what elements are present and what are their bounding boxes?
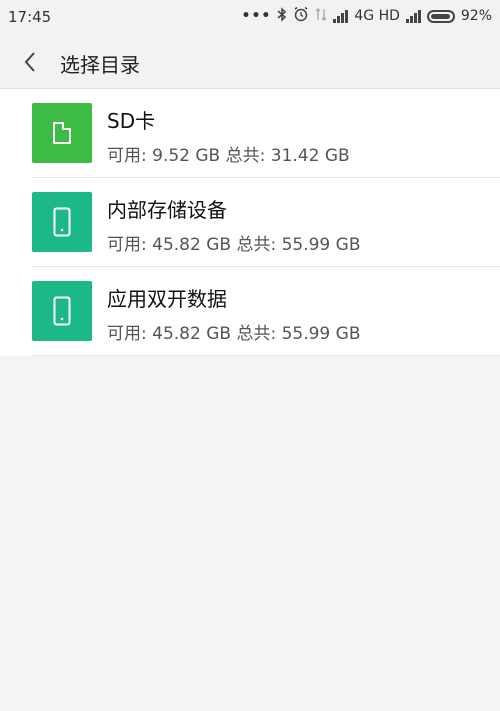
storage-detail: 可用: 45.82 GB 总共: 55.99 GB (107, 324, 361, 344)
dual-app-data-tile (32, 281, 92, 341)
storage-name: SD卡 (107, 109, 156, 133)
phone-icon (53, 296, 71, 326)
page-title: 选择目录 (60, 53, 140, 77)
bluetooth-icon (277, 6, 287, 26)
divider (32, 355, 500, 356)
status-time: 17:45 (8, 8, 52, 26)
signal-strength-icon-secondary (405, 9, 421, 23)
phone-icon (53, 207, 71, 237)
list-item-dual-app-data[interactable]: 应用双开数据 可用: 45.82 GB 总共: 55.99 GB (0, 267, 500, 356)
signal-strength-icon (333, 9, 349, 23)
storage-name: 内部存储设备 (107, 198, 227, 222)
battery-icon (426, 9, 455, 23)
header: 选择目录 (0, 36, 500, 89)
more-dots-icon: ••• (241, 8, 272, 24)
status-bar: 17:45 ••• 4G HD 92% (0, 0, 500, 36)
storage-detail: 可用: 9.52 GB 总共: 31.42 GB (107, 146, 350, 166)
list-item-sd-card[interactable]: SD卡 可用: 9.52 GB 总共: 31.42 GB (0, 89, 500, 178)
list-item-internal-storage[interactable]: 内部存储设备 可用: 45.82 GB 总共: 55.99 GB (0, 178, 500, 267)
alarm-icon (293, 6, 309, 26)
storage-name: 应用双开数据 (107, 287, 227, 311)
battery-percent: 92% (460, 8, 492, 24)
internal-storage-tile (32, 192, 92, 252)
storage-detail: 可用: 45.82 GB 总共: 55.99 GB (107, 235, 361, 255)
data-transfer-icon (315, 7, 327, 26)
sd-card-icon (53, 122, 71, 144)
network-type-label: 4G HD (354, 8, 400, 24)
sd-card-tile (32, 103, 92, 163)
storage-list: SD卡 可用: 9.52 GB 总共: 31.42 GB 内部存储设备 可用: … (0, 89, 500, 356)
screen: 17:45 ••• 4G HD 92% 选择目录 SD卡 可用: 9.52 GB… (0, 0, 500, 711)
status-icons: ••• 4G HD 92% (241, 6, 492, 26)
chevron-left-icon (24, 52, 35, 72)
back-button[interactable] (16, 48, 44, 76)
